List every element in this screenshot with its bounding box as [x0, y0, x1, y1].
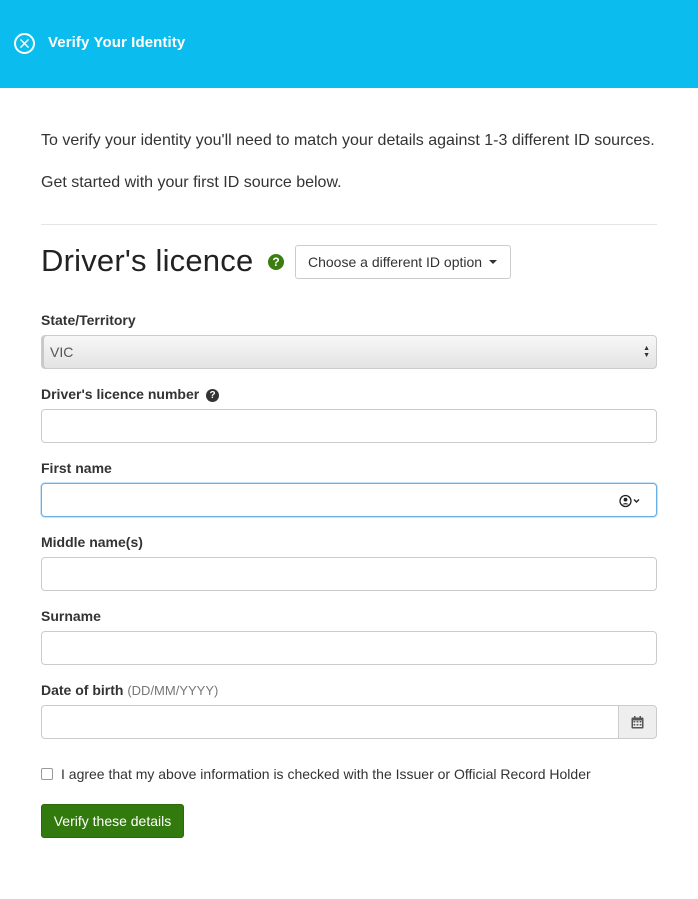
choose-id-option-label: Choose a different ID option	[308, 254, 483, 270]
app-header: Verify Your Identity	[0, 0, 698, 88]
user-circle-chevron-icon	[619, 494, 640, 508]
middle-name-input[interactable]	[41, 557, 657, 591]
contact-autofill-icon[interactable]	[619, 494, 643, 508]
question-circle-icon[interactable]: ?	[206, 389, 220, 402]
agree-checkbox[interactable]	[41, 768, 53, 780]
dob-format-hint: (DD/MM/YYYY)	[127, 683, 219, 698]
licence-number-input[interactable]	[41, 409, 657, 443]
select-arrows-icon: ▲ ▼	[643, 345, 650, 359]
divider	[41, 224, 657, 225]
close-x-glyph	[20, 39, 29, 48]
verify-details-button[interactable]: Verify these details	[41, 804, 184, 838]
first-name-label: First name	[41, 460, 112, 476]
dob-input-group	[41, 705, 657, 739]
middle-name-label: Middle name(s)	[41, 534, 143, 550]
dob-label-text: Date of birth	[41, 682, 124, 698]
state-select-value: VIC	[50, 344, 74, 360]
surname-label: Surname	[41, 608, 101, 624]
agree-label[interactable]: I agree that my above information is che…	[61, 766, 591, 782]
dob-input[interactable]	[41, 705, 619, 739]
choose-id-option-button[interactable]: Choose a different ID option	[295, 245, 511, 279]
agree-row: I agree that my above information is che…	[41, 766, 591, 782]
intro-subtext: Get started with your first ID source be…	[41, 174, 342, 191]
state-label: State/Territory	[41, 312, 136, 328]
licence-number-label-text: Driver's licence number	[41, 386, 200, 402]
first-name-input[interactable]	[41, 483, 657, 517]
page-title: Driver's licence	[41, 243, 254, 278]
help-icon[interactable]: ?	[268, 254, 284, 270]
close-icon[interactable]	[14, 33, 35, 54]
header-title: Verify Your Identity	[48, 34, 186, 51]
state-select[interactable]: VIC ▲ ▼	[41, 335, 657, 369]
surname-input[interactable]	[41, 631, 657, 665]
dob-label: Date of birth (DD/MM/YYYY)	[41, 682, 218, 698]
intro-text: To verify your identity you'll need to m…	[41, 132, 655, 149]
calendar-icon	[631, 715, 644, 728]
caret-down-icon	[489, 260, 498, 264]
calendar-button[interactable]	[618, 705, 657, 739]
licence-number-label: Driver's licence number ?	[41, 386, 220, 402]
